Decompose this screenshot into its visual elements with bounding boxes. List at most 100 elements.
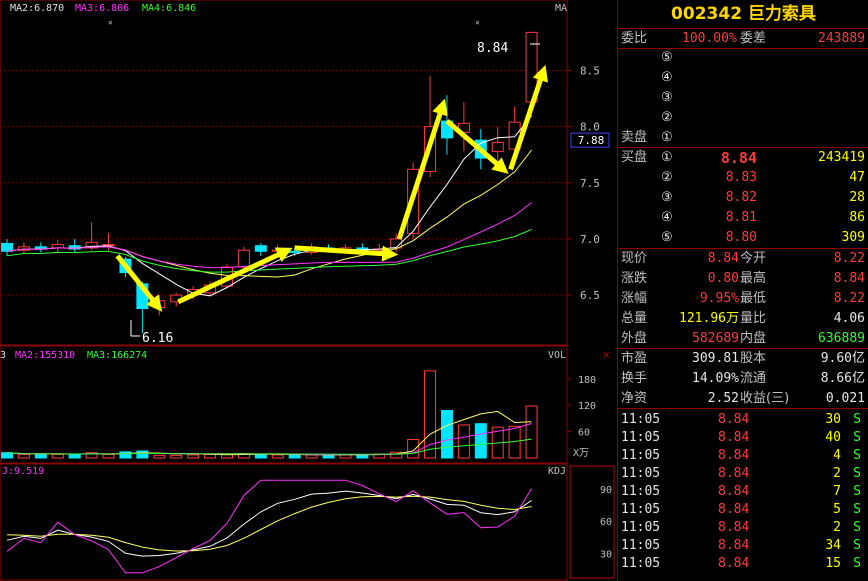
tick-row: 11:05 8.84 30 S bbox=[618, 410, 868, 430]
webi-row: 委比 100.00% 委差 243889 bbox=[618, 29, 868, 49]
buy-level-volume: 86 bbox=[849, 210, 865, 225]
volume-bar bbox=[119, 451, 132, 459]
tick-side: S bbox=[853, 448, 861, 463]
tick-time: 11:05 bbox=[621, 556, 661, 571]
sell-level-index: ⑤ bbox=[661, 50, 673, 65]
stat-label: 外盘 bbox=[621, 331, 648, 346]
volume-bar bbox=[440, 409, 453, 459]
buy-level-volume: 28 bbox=[849, 190, 865, 205]
tick-price: 8.84 bbox=[718, 448, 750, 463]
volume-bar bbox=[1, 452, 13, 459]
stat-value: 636889 bbox=[818, 331, 865, 346]
tick-time: 11:05 bbox=[621, 538, 661, 553]
buy-level-index: ④ bbox=[661, 210, 673, 225]
tick-side: S bbox=[853, 538, 861, 553]
volume-bar bbox=[51, 453, 64, 459]
vol-legend-item: 3 bbox=[0, 350, 6, 361]
sell-label: 卖盘 bbox=[621, 130, 648, 145]
kdj-k-line bbox=[6, 490, 532, 557]
stat-row: 涨幅 9.95% 最低 8.22 bbox=[618, 289, 868, 309]
sell-level-index: ③ bbox=[661, 90, 673, 105]
tick-price: 8.84 bbox=[718, 520, 750, 535]
volume-bar bbox=[204, 453, 217, 459]
kdj-pane-frame bbox=[0, 463, 568, 581]
volume-bar bbox=[102, 453, 115, 459]
webi-label: 委比 bbox=[621, 31, 648, 46]
fund-label: 净资 bbox=[621, 391, 648, 406]
sell-level-row: ④ bbox=[618, 68, 868, 88]
stat-value: 8.22 bbox=[833, 251, 865, 266]
tick-time: 11:05 bbox=[621, 484, 661, 499]
arrow-shape bbox=[177, 247, 293, 305]
kdj-axis-label: 90 bbox=[600, 485, 612, 496]
fund-label: 流通 bbox=[740, 371, 767, 386]
fund-row: 换手 14.09% 流通 8.66亿 bbox=[618, 369, 868, 389]
volume-bar bbox=[525, 405, 538, 459]
buy-level-price: 8.84 bbox=[720, 149, 757, 167]
kdj-pane-tag: KDJ bbox=[548, 466, 566, 477]
weicha-label: 委差 bbox=[740, 31, 767, 46]
annotation-low: 6.16 bbox=[142, 331, 173, 346]
stat-row: 现价 8.84 今开 8.22 bbox=[618, 249, 868, 269]
stat-value: 4.06 bbox=[833, 311, 865, 326]
tick-volume: 30 bbox=[825, 412, 841, 427]
tick-time: 11:05 bbox=[621, 430, 661, 445]
vol-close-icon: ✕ bbox=[603, 348, 610, 361]
price-axis-label: 7.0 bbox=[580, 233, 600, 246]
tick-time: 11:05 bbox=[621, 412, 661, 427]
vol-pane-tag: VOL bbox=[548, 350, 566, 361]
fund-label: 市盈 bbox=[621, 351, 648, 366]
buy-level-row: ④ 8.81 86 bbox=[618, 208, 868, 228]
price-axis-label: 6.5 bbox=[580, 289, 600, 302]
buy-level-index: ③ bbox=[661, 190, 673, 205]
tick-volume: 2 bbox=[833, 520, 841, 535]
fund-value: 309.81 bbox=[692, 351, 739, 366]
kdj-legend-item: J:9.519 bbox=[2, 466, 44, 477]
volume-bar bbox=[271, 454, 284, 459]
buy-level-price: 8.81 bbox=[725, 210, 757, 225]
volume-bar bbox=[136, 450, 149, 459]
volume-bar bbox=[17, 453, 30, 459]
kline-chart-area[interactable]: 8.5 8.0 7.5 7.0 6.5 8.84 6.16 MA2:6.870 MA3:6.80… bbox=[0, 0, 617, 581]
fund-row: 市盈 309.81 股本 9.60亿 bbox=[618, 349, 868, 369]
fund-label: 股本 bbox=[740, 351, 767, 366]
tick-volume: 40 bbox=[825, 430, 841, 445]
tick-time: 11:05 bbox=[621, 520, 661, 535]
vol-axis-label: 180 bbox=[578, 375, 596, 386]
tick-side: S bbox=[853, 502, 861, 517]
fund-value: 14.09% bbox=[692, 371, 739, 386]
tick-price: 8.84 bbox=[718, 430, 750, 445]
buy-level-price: 8.82 bbox=[725, 190, 757, 205]
tick-row: 11:05 8.84 34 S bbox=[618, 536, 868, 556]
stat-value: 582689 bbox=[692, 331, 739, 346]
tick-side: S bbox=[853, 484, 861, 499]
tick-row: 11:05 8.84 2 S bbox=[618, 464, 868, 484]
volume-bar bbox=[305, 454, 318, 459]
volume-bar bbox=[187, 454, 200, 459]
buy-level-price: 8.80 bbox=[725, 230, 757, 245]
ma-legend-item: MA4:6.846 bbox=[142, 3, 196, 14]
ma60-line bbox=[6, 228, 532, 273]
tick-row: 11:05 8.84 4 S bbox=[618, 446, 868, 466]
volume-bar bbox=[68, 453, 81, 459]
candle-body bbox=[288, 250, 301, 253]
volume-bar bbox=[170, 454, 183, 459]
kdj-axis-label: 30 bbox=[600, 549, 612, 560]
kdj-j-line bbox=[6, 479, 533, 574]
marker-x: ✕ bbox=[108, 18, 113, 27]
price-axis-label: 7.5 bbox=[580, 177, 600, 190]
candle-body bbox=[491, 141, 504, 152]
kline-chart-svg[interactable]: 8.5 8.0 7.5 7.0 6.5 8.84 6.16 MA2:6.870 MA3:6.80… bbox=[0, 0, 617, 581]
tick-price: 8.84 bbox=[718, 538, 750, 553]
tick-side: S bbox=[853, 430, 861, 445]
stat-label: 涨跌 bbox=[621, 271, 648, 286]
stock-title: 002342 巨力索具 bbox=[618, 0, 868, 29]
stat-row: 外盘 582689 内盘 636889 bbox=[618, 329, 868, 349]
buy-level-volume: 243419 bbox=[818, 150, 865, 165]
vol-legend-item: MA2:155310 bbox=[15, 350, 75, 361]
buy-level-row: ② 8.83 47 bbox=[618, 168, 868, 188]
stat-row: 涨跌 0.80 最高 8.84 bbox=[618, 269, 868, 289]
price-pane-tag: MA bbox=[555, 3, 567, 14]
stat-label: 涨幅 bbox=[621, 291, 648, 306]
tick-volume: 2 bbox=[833, 466, 841, 481]
